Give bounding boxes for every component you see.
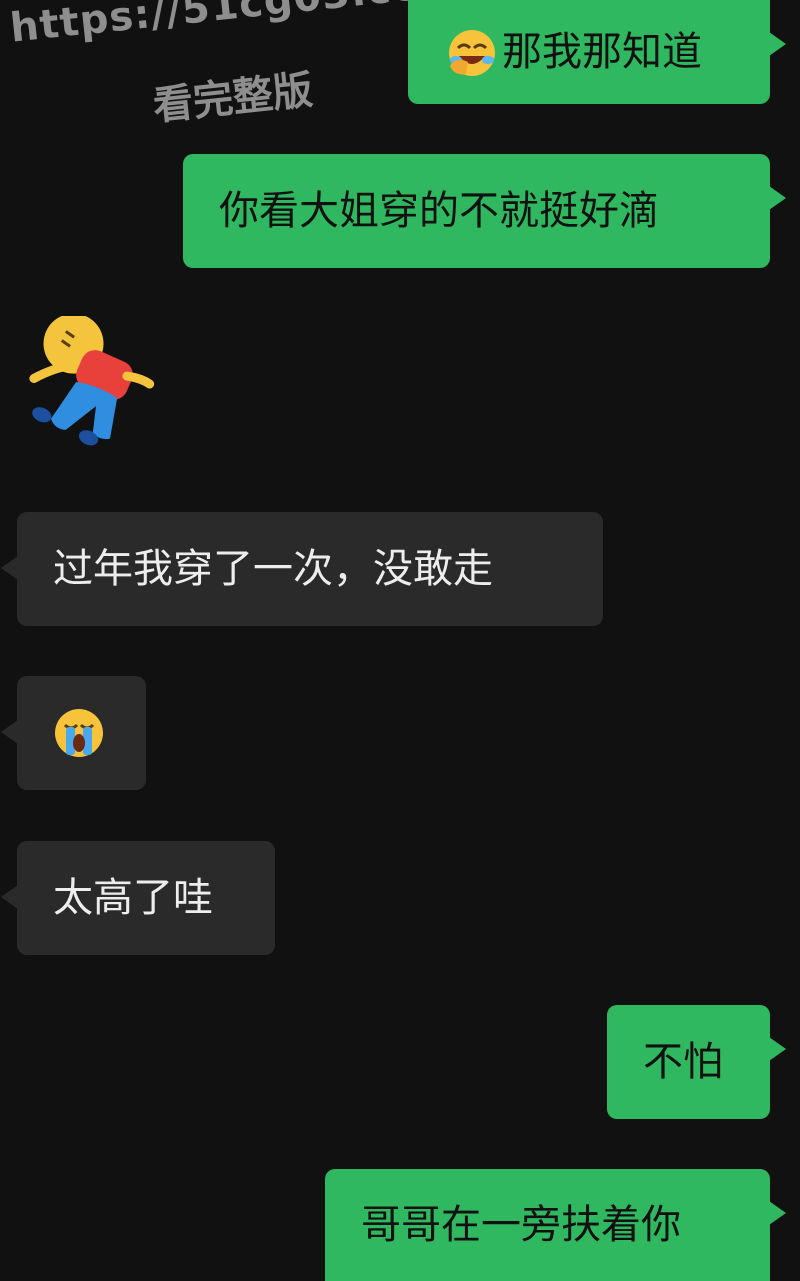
message-text: 太高了哇 (53, 875, 213, 921)
message-bubble-outgoing[interactable]: 那我那知道 (408, 0, 786, 104)
message-bubble-incoming[interactable]: 过年我穿了一次，没敢走 (1, 512, 603, 626)
laughing-face-icon (449, 30, 495, 76)
message-text: 不怕 (643, 1039, 723, 1085)
message-text: 哥哥在一旁扶着你 (361, 1202, 681, 1248)
message-bubble-incoming[interactable] (1, 676, 146, 790)
message-text: 你看大姐穿的不就挺好滴 (219, 188, 659, 234)
message-bubble-incoming[interactable]: 太高了哇 (1, 841, 275, 955)
fallen-character-sticker[interactable] (14, 316, 180, 466)
message-bubble-outgoing[interactable]: 不怕 (607, 1005, 786, 1119)
watermark-url: https://51cg03.cc (8, 0, 419, 52)
message-text: 那我那知道 (502, 29, 702, 75)
message-bubble-outgoing[interactable]: 你看大姐穿的不就挺好滴 (183, 154, 786, 268)
message-text: 过年我穿了一次，没敢走 (53, 546, 493, 592)
crying-face-icon (55, 709, 103, 757)
watermark-subtitle: 看完整版 (151, 67, 315, 130)
message-bubble-outgoing[interactable]: 哥哥在一旁扶着你 (325, 1169, 786, 1281)
